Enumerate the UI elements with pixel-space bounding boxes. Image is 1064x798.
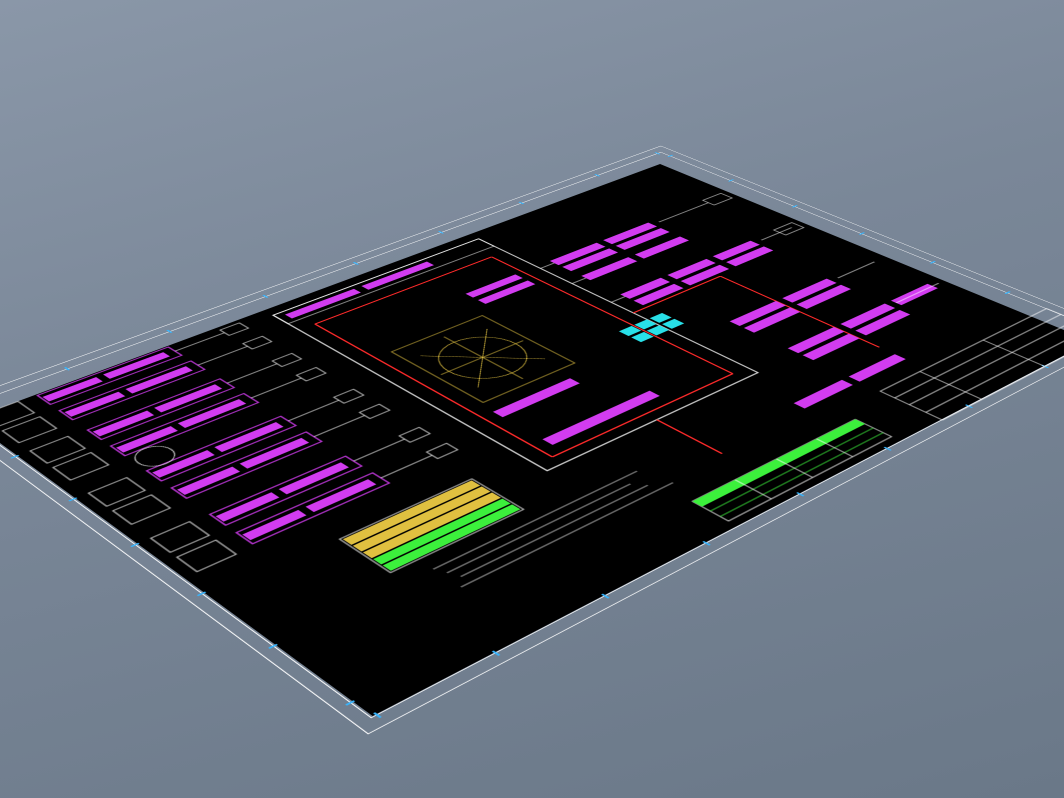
drawing-sheet[interactable]	[0, 146, 1064, 735]
right-clusters	[507, 193, 1005, 415]
schematic-svg[interactable]	[0, 146, 1064, 735]
title-block	[880, 309, 1064, 421]
